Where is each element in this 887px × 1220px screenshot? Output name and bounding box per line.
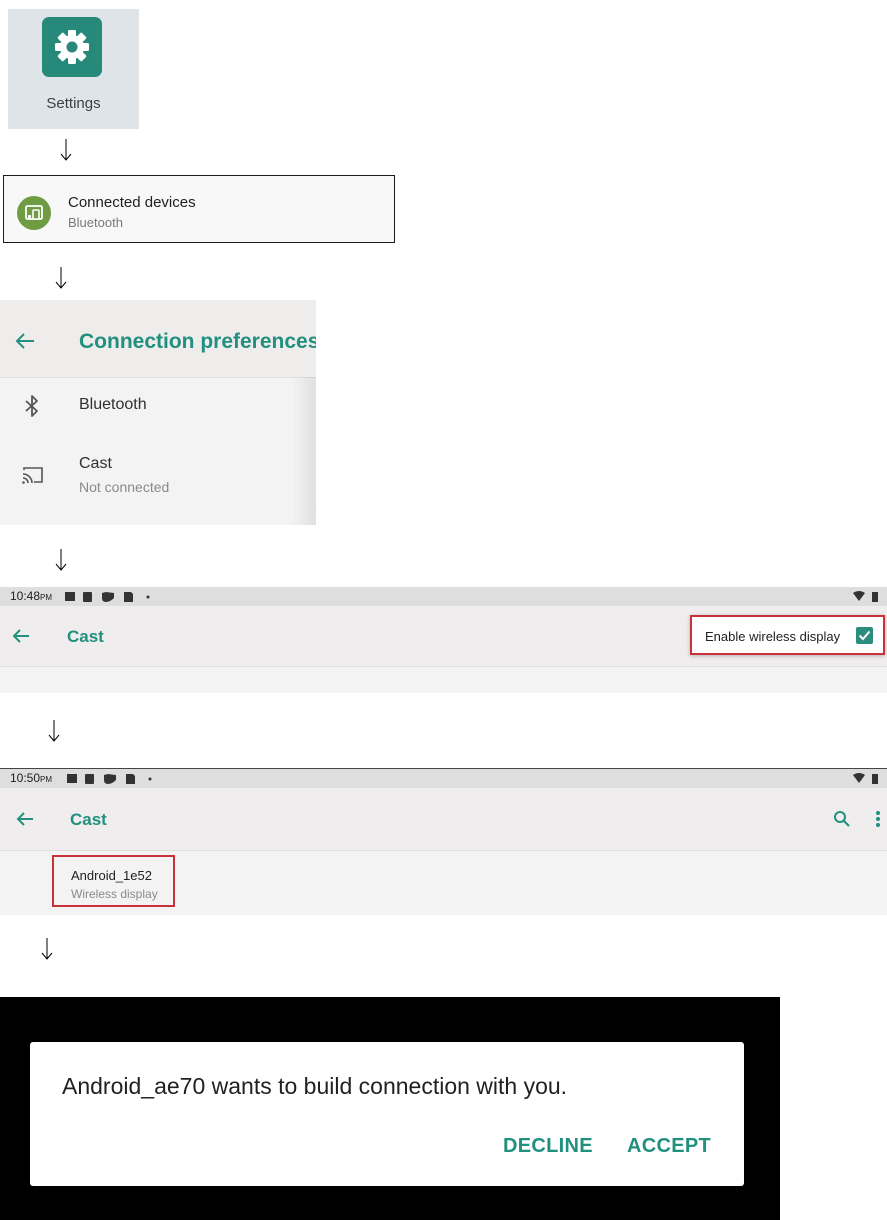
more-options-icon[interactable] [874, 809, 882, 829]
scroll-shadow [292, 377, 316, 525]
arrow-down-icon [41, 938, 53, 960]
connected-devices-title: Connected devices [68, 194, 196, 211]
checkbox-checked-icon[interactable] [856, 627, 873, 644]
page-title: Cast [70, 810, 107, 829]
notification-icons [65, 592, 150, 602]
back-arrow-icon[interactable] [11, 626, 31, 646]
back-arrow-icon[interactable] [15, 809, 35, 829]
status-time: 10:48PM [10, 589, 53, 603]
arrow-down-icon [55, 549, 67, 571]
connection-preferences-screen: Connection preferences Bluetooth Cast No… [0, 300, 316, 525]
connection-request-dialog: Android_ae70 wants to build connection w… [30, 1042, 744, 1186]
bluetooth-icon [25, 395, 38, 417]
enable-wireless-display-option[interactable]: Enable wireless display [690, 615, 885, 655]
decline-button[interactable]: DECLINE [503, 1135, 593, 1158]
accept-button[interactable]: ACCEPT [627, 1135, 711, 1158]
device-type: Wireless display [71, 887, 158, 901]
settings-app-label: Settings [46, 95, 101, 112]
back-arrow-icon[interactable] [14, 330, 36, 352]
dialog-message: Android_ae70 wants to build connection w… [62, 1073, 568, 1099]
cast-label: Cast [79, 455, 112, 472]
bluetooth-item[interactable]: Bluetooth [0, 378, 292, 434]
bluetooth-label: Bluetooth [79, 396, 147, 413]
connected-devices-subtitle: Bluetooth [68, 215, 123, 230]
gear-icon [42, 17, 102, 77]
notification-icons [67, 774, 152, 784]
arrow-down-icon [48, 720, 60, 742]
arrow-down-icon [55, 267, 67, 289]
wifi-battery-icons [853, 591, 878, 602]
devices-icon [17, 196, 51, 230]
status-bar: 10:48PM [0, 587, 887, 606]
settings-app-tile[interactable]: Settings [8, 9, 139, 129]
app-bar: Connection preferences [0, 300, 316, 378]
connected-devices-item[interactable]: Connected devices Bluetooth [3, 175, 395, 243]
app-bar: Cast [0, 788, 887, 851]
wifi-battery-icons [853, 773, 878, 784]
cast-status: Not connected [79, 479, 170, 495]
page-title: Cast [67, 627, 104, 646]
wireless-display-device-item[interactable]: Android_1e52 Wireless display [52, 855, 175, 907]
device-name: Android_1e52 [71, 868, 152, 883]
cast-item[interactable]: Cast Not connected [0, 445, 292, 505]
status-bar: 10:50PM [0, 769, 887, 788]
page-title: Connection preferences [79, 330, 316, 353]
enable-wireless-display-label: Enable wireless display [705, 629, 841, 644]
arrow-down-icon [60, 139, 72, 161]
search-icon[interactable] [833, 810, 851, 828]
cast-icon [22, 467, 43, 484]
status-time: 10:50PM [10, 771, 53, 785]
